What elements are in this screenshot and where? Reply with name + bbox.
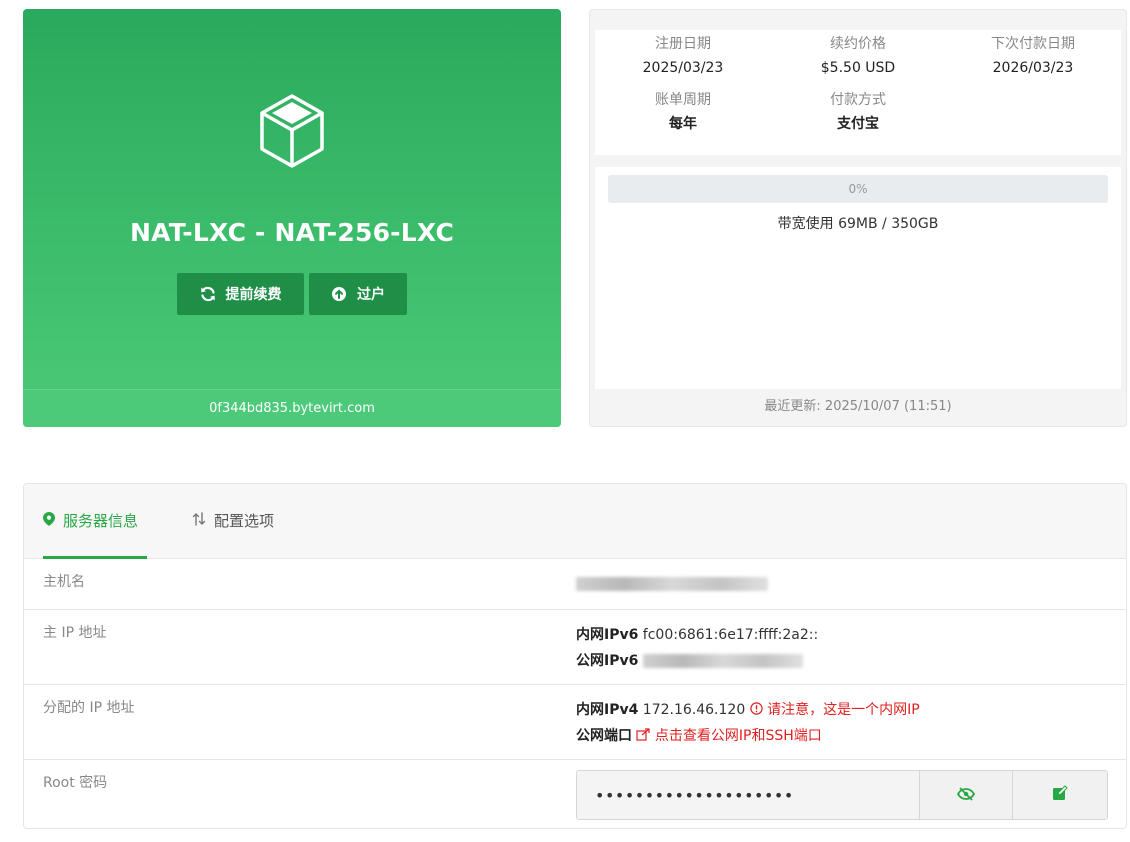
next-due-block: 下次付款日期 2026/03/23	[945, 34, 1121, 82]
external-link-icon	[636, 728, 654, 744]
arrow-up-circle-icon	[331, 286, 347, 302]
tab-bar: 服务器信息 配置选项	[24, 484, 1126, 559]
sort-arrows-icon	[192, 511, 206, 530]
root-password-group	[576, 770, 1108, 820]
public-port-line: 公网端口 点击查看公网IP和SSH端口	[576, 725, 822, 745]
assigned-ip-row: 分配的 IP 地址 内网IPv4 172.16.46.120 请注意，这是一个内…	[24, 685, 1126, 760]
product-domain: 0f344bd835.bytevirt.com	[23, 389, 561, 427]
warning-icon	[749, 702, 767, 718]
view-public-port-link[interactable]: 点击查看公网IP和SSH端口	[655, 728, 822, 744]
tab-server-info[interactable]: 服务器信息	[43, 510, 138, 531]
inner-ipv6-line: 内网IPv6 fc00:6861:6e17:ffff:2a2::	[576, 624, 818, 644]
billing-details: 注册日期 2025/03/23 续约价格 $5.50 USD 下次付款日期 20…	[595, 30, 1121, 155]
last-updated: 最近更新: 2025/10/07 (11:51)	[764, 399, 952, 414]
next-due-value: 2026/03/23	[992, 60, 1074, 76]
renew-price-value: $5.50 USD	[820, 60, 896, 76]
eye-slash-icon	[957, 786, 976, 805]
renew-label: 提前续费	[225, 287, 282, 303]
root-password-row: Root 密码	[24, 760, 1126, 828]
transfer-button[interactable]: 过户	[309, 273, 407, 315]
reg-date-value: 2025/03/23	[642, 60, 724, 76]
renew-button[interactable]: 提前续费	[177, 273, 304, 315]
next-due-label: 下次付款日期	[991, 36, 1075, 52]
tab-config-label: 配置选项	[214, 512, 275, 530]
cycle-value: 每年	[669, 116, 697, 132]
toggle-password-button[interactable]	[918, 771, 1013, 819]
edit-icon	[1052, 785, 1068, 805]
bandwidth-usage: 带宽使用 69MB / 350GB	[777, 216, 939, 232]
map-marker-icon	[43, 511, 55, 530]
edit-password-button[interactable]	[1012, 771, 1107, 819]
renew-price-label: 续约价格	[830, 36, 886, 52]
public-port-label: 公网端口	[576, 728, 632, 744]
renew-price-block: 续约价格 $5.50 USD	[770, 34, 946, 82]
billing-panel: 注册日期 2025/03/23 续约价格 $5.50 USD 下次付款日期 20…	[589, 9, 1127, 427]
inner-ipv4-line: 内网IPv4 172.16.46.120 请注意，这是一个内网IP	[576, 699, 920, 719]
payment-block: 付款方式 支付宝	[770, 90, 946, 138]
payment-value: 支付宝	[837, 116, 879, 132]
primary-ip-label: 主 IP 地址	[43, 625, 107, 641]
primary-ip-row: 主 IP 地址 内网IPv6 fc00:6861:6e17:ffff:2a2::…	[24, 610, 1126, 685]
reg-date-label: 注册日期	[655, 36, 711, 52]
bandwidth-progress: 0%	[608, 175, 1108, 203]
product-actions: 提前续费 过户	[23, 273, 561, 315]
root-password-field[interactable]	[577, 771, 919, 819]
server-info-panel: 服务器信息 配置选项 主机名 主 IP 地址 内网IPv6 fc00:6861:…	[23, 483, 1127, 829]
refresh-icon	[200, 286, 216, 302]
inner-ipv6-label: 内网IPv6	[576, 627, 639, 643]
product-title: NAT-LXC - NAT-256-LXC	[129, 218, 455, 247]
public-ipv6-line: 公网IPv6	[576, 650, 803, 670]
hostname-label: 主机名	[43, 574, 85, 590]
public-ipv6-label: 公网IPv6	[576, 653, 639, 669]
inner-ip-warning: 请注意，这是一个内网IP	[767, 702, 920, 718]
reg-date-block: 注册日期 2025/03/23	[595, 34, 771, 82]
assigned-ip-label: 分配的 IP 地址	[43, 700, 135, 716]
tab-server-info-label: 服务器信息	[63, 512, 139, 530]
cycle-block: 账单周期 每年	[595, 90, 771, 138]
root-password-label: Root 密码	[43, 775, 108, 791]
inner-ipv6-value: fc00:6861:6e17:ffff:2a2::	[642, 627, 819, 643]
hostname-value-redacted	[576, 576, 768, 592]
inner-ipv4-label: 内网IPv4	[576, 702, 639, 718]
payment-label: 付款方式	[830, 92, 886, 108]
transfer-label: 过户	[357, 287, 385, 303]
tab-config[interactable]: 配置选项	[192, 510, 274, 531]
product-card: NAT-LXC - NAT-256-LXC 提前续费 过户 0f344bd835…	[23, 9, 561, 427]
redacted-hostname	[576, 577, 768, 591]
cube-icon	[260, 94, 324, 168]
cycle-label: 账单周期	[655, 92, 711, 108]
bandwidth-section: 0% 带宽使用 69MB / 350GB	[595, 167, 1121, 389]
hostname-row: 主机名	[24, 559, 1126, 610]
inner-ipv4-value: 172.16.46.120	[642, 702, 746, 718]
redacted-public-ipv6	[642, 654, 803, 668]
